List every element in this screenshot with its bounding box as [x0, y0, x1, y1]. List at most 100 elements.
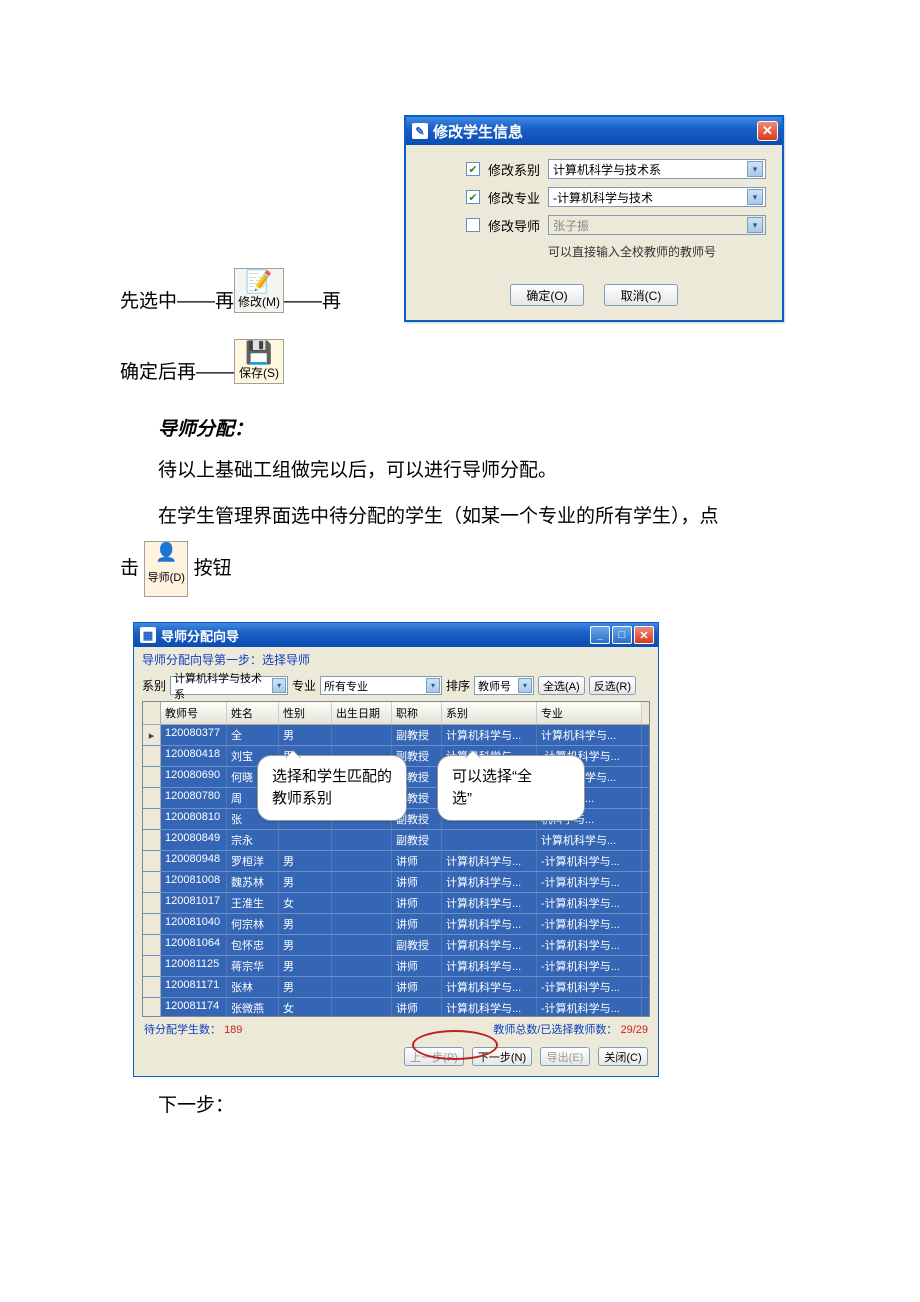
chevron-down-icon[interactable]: ▾: [747, 161, 763, 177]
filter-dept-value: 计算机科学与技术系: [174, 670, 272, 702]
table-row[interactable]: 120081017王淮生女讲师计算机科学与...-计算机科学与...: [143, 893, 649, 914]
close-icon[interactable]: ✕: [757, 121, 778, 141]
filter-major-value: 所有专业: [324, 678, 368, 694]
col-major[interactable]: 专业: [537, 702, 642, 724]
save-button[interactable]: 💾 保存(S): [234, 339, 284, 384]
save-icon: 💾: [235, 342, 283, 364]
modify-button-label: 修改(M): [235, 293, 283, 310]
table-row[interactable]: 120081174张微燕女讲师计算机科学与...-计算机科学与...: [143, 998, 649, 1017]
text-post: 按钮: [194, 558, 232, 579]
next-button[interactable]: 下一步(N): [472, 1047, 532, 1066]
text-1b: ——再: [284, 286, 341, 313]
status-right-value: 29/29: [620, 1024, 648, 1036]
filter-dept-select[interactable]: 计算机科学与技术系 ▾: [170, 676, 288, 695]
person-icon: 👤: [145, 543, 187, 561]
callout-2-text-b: 选”: [452, 790, 472, 807]
wizard-buttons: 上一步(P) 下一步(N) 导出(E) 关闭(C): [134, 1041, 658, 1076]
select-tutor-value: 张子振: [553, 217, 589, 234]
export-button: 导出(E): [540, 1047, 590, 1066]
filter-sort-value: 教师号: [478, 678, 511, 694]
callout-2-text-a: 可以选择“全: [452, 768, 532, 785]
table-row[interactable]: 120081125蒋宗华男讲师计算机科学与...-计算机科学与...: [143, 956, 649, 977]
filter-major-label: 专业: [292, 677, 316, 694]
paragraph-2a: 在学生管理界面选中待分配的学生（如某一个专业的所有学生），点: [120, 497, 810, 537]
minimize-icon[interactable]: _: [590, 626, 610, 644]
col-dept[interactable]: 系别: [442, 702, 537, 724]
tutor-wizard-dialog: ▦ 导师分配向导 _ □ ✕ 导师分配向导第一步：选择导师 系别 计算机科学与技…: [133, 622, 659, 1077]
filter-sort-label: 排序: [446, 677, 470, 694]
dialog-icon: ✎: [412, 123, 428, 139]
checkbox-tutor[interactable]: [466, 218, 480, 232]
paragraph-2b: 击 👤 导师(D) 按钮: [120, 541, 810, 597]
tutor-button[interactable]: 👤 导师(D): [144, 541, 188, 597]
select-dept[interactable]: 计算机科学与技术系 ▾: [548, 159, 766, 179]
cancel-button[interactable]: 取消(C): [604, 284, 678, 306]
dialog1-body: ✔ 修改系别 计算机科学与技术系 ▾ ✔ 修改专业 -计算机科学与技术 ▾ 修改…: [406, 145, 782, 272]
close-icon[interactable]: ✕: [634, 626, 654, 644]
text-2a: 确定后再——: [120, 357, 234, 384]
instruction-line-2: 确定后再—— 💾 保存(S): [120, 339, 810, 384]
col-title[interactable]: 职称: [392, 702, 442, 724]
table-row[interactable]: 120081040何宗林男讲师计算机科学与...-计算机科学与...: [143, 914, 649, 935]
filter-row: 系别 计算机科学与技术系 ▾ 专业 所有专业 ▾ 排序 教师号 ▾ 全选(A) …: [134, 672, 658, 699]
label-tutor: 修改导师: [488, 216, 540, 235]
checkbox-major[interactable]: ✔: [466, 190, 480, 204]
close-button[interactable]: 关闭(C): [598, 1047, 648, 1066]
table-row[interactable]: 120081171张林男讲师计算机科学与...-计算机科学与...: [143, 977, 649, 998]
teacher-grid[interactable]: 教师号 姓名 性别 出生日期 职称 系别 专业 ▸120080377全男副教授计…: [142, 701, 650, 1017]
chevron-down-icon[interactable]: ▾: [426, 678, 440, 693]
select-major[interactable]: -计算机科学与技术 ▾: [548, 187, 766, 207]
chevron-down-icon[interactable]: ▾: [272, 678, 286, 693]
grid-header: 教师号 姓名 性别 出生日期 职称 系别 专业: [143, 702, 649, 725]
dialog1-titlebar[interactable]: ✎ 修改学生信息 ✕: [406, 117, 782, 145]
select-dept-value: 计算机科学与技术系: [553, 161, 661, 178]
save-button-label: 保存(S): [235, 364, 283, 381]
tutor-hint: 可以直接输入全校教师的教师号: [548, 243, 766, 260]
maximize-icon[interactable]: □: [612, 626, 632, 644]
filter-dept-label: 系别: [142, 677, 166, 694]
table-row[interactable]: 120080849宗永副教授计算机科学与...: [143, 830, 649, 851]
modify-student-dialog: ✎ 修改学生信息 ✕ ✔ 修改系别 计算机科学与技术系 ▾ ✔ 修改专业 -计算…: [404, 115, 784, 322]
table-row[interactable]: 120080948罗桓洋男讲师计算机科学与...-计算机科学与...: [143, 851, 649, 872]
col-sex[interactable]: 性别: [279, 702, 332, 724]
label-major: 修改专业: [488, 188, 540, 207]
col-id[interactable]: 教师号: [161, 702, 227, 724]
wizard-title: 导师分配向导: [161, 626, 239, 645]
tutor-button-label: 导师(D): [145, 561, 187, 595]
filter-sort-select[interactable]: 教师号 ▾: [474, 676, 534, 695]
select-all-button[interactable]: 全选(A): [538, 676, 585, 695]
ok-button[interactable]: 确定(O): [510, 284, 584, 306]
wizard-titlebar[interactable]: ▦ 导师分配向导 _ □ ✕: [134, 623, 658, 647]
modify-button[interactable]: 📝 修改(M): [234, 268, 284, 313]
paragraph-1: 待以上基础工组做完以后，可以进行导师分配。: [120, 451, 810, 491]
wizard-icon: ▦: [140, 627, 156, 643]
chevron-down-icon[interactable]: ▾: [747, 189, 763, 205]
edit-icon: 📝: [235, 271, 283, 293]
prev-button: 上一步(P): [404, 1047, 464, 1066]
checkbox-dept[interactable]: ✔: [466, 162, 480, 176]
paragraph-3: 下一步：: [120, 1086, 234, 1126]
callout-2: 可以选择“全 选”: [437, 755, 585, 821]
invert-select-button[interactable]: 反选(R): [589, 676, 636, 695]
callout-1: 选择和学生匹配的教师系别: [257, 755, 407, 821]
table-row[interactable]: 120081008魏苏林男讲师计算机科学与...-计算机科学与...: [143, 872, 649, 893]
status-left-value: 189: [224, 1024, 242, 1036]
chevron-down-icon: ▾: [747, 217, 763, 233]
chevron-down-icon[interactable]: ▾: [518, 678, 532, 693]
status-left-label: 待分配学生数：: [144, 1024, 221, 1036]
dialog1-title: 修改学生信息: [433, 121, 523, 142]
col-birth[interactable]: 出生日期: [332, 702, 392, 724]
select-tutor: 张子振 ▾: [548, 215, 766, 235]
table-row[interactable]: 120081064包怀忠男副教授计算机科学与...-计算机科学与...: [143, 935, 649, 956]
label-dept: 修改系别: [488, 160, 540, 179]
select-major-value: -计算机科学与技术: [553, 189, 653, 206]
status-right-label: 教师总数/已选择教师数：: [493, 1024, 617, 1036]
status-row: 待分配学生数： 189 教师总数/已选择教师数： 29/29: [134, 1017, 658, 1041]
text-pre: 击: [120, 558, 139, 579]
wizard-subtitle: 导师分配向导第一步：选择导师: [134, 647, 658, 672]
col-name[interactable]: 姓名: [227, 702, 279, 724]
filter-major-select[interactable]: 所有专业 ▾: [320, 676, 442, 695]
section-heading: 导师分配：: [158, 414, 810, 441]
callout-1-text: 选择和学生匹配的教师系别: [272, 768, 392, 807]
table-row[interactable]: ▸120080377全男副教授计算机科学与...计算机科学与...: [143, 725, 649, 746]
